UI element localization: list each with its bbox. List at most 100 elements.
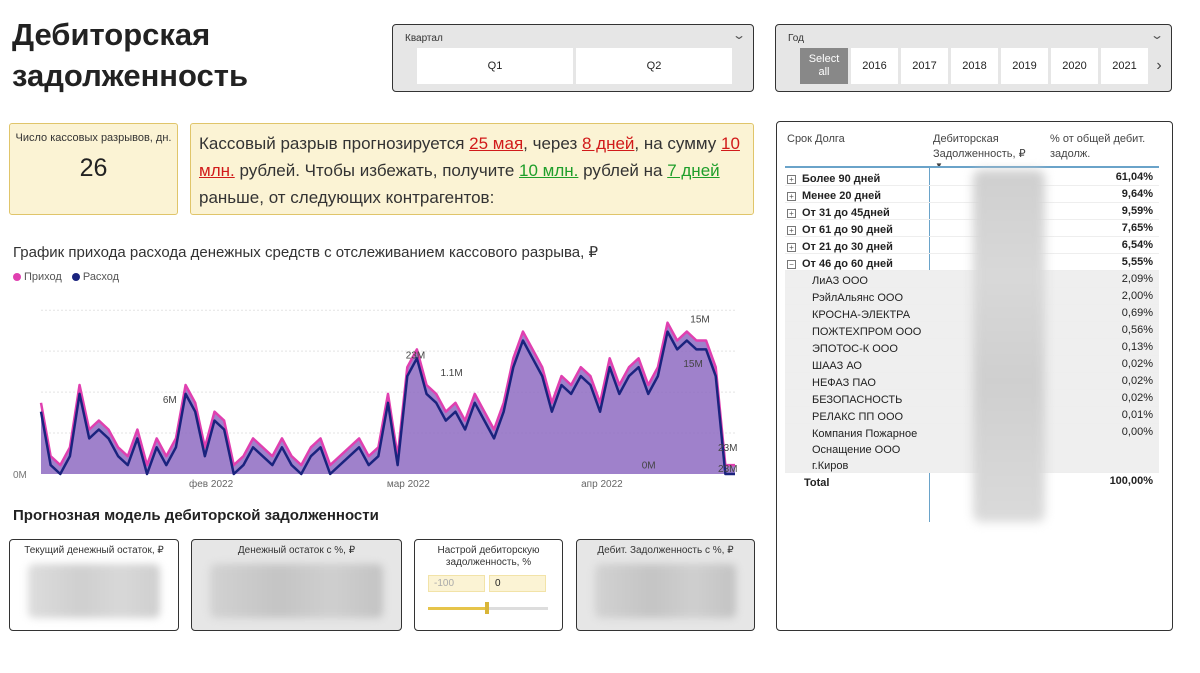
table-cell-share: 0,56% [1121, 324, 1153, 336]
table-group-row[interactable]: + От 21 до 30 дней 6,54% [785, 237, 1159, 254]
chart-x-tick-label: фев 2022 [189, 478, 234, 490]
table-cell-term-text: НЕФАЗ ПАО [812, 377, 876, 389]
msg-days: 8 дней [581, 134, 635, 153]
table-cell-term-text: ПОЖТЕХПРОМ ООО [812, 326, 922, 338]
page-title-line2: задолженность [12, 58, 249, 93]
collapse-icon[interactable]: − [787, 260, 796, 269]
table-cell-term-text: Более 90 дней [802, 173, 881, 185]
table-cell-share: 0,02% [1121, 375, 1153, 387]
year-option-2019[interactable]: 2019 [1001, 48, 1048, 84]
adjust-label-line1: Настрой дебиторскую [437, 545, 540, 556]
page-title: Дебиторская задолженность [12, 14, 342, 96]
table-header-receivables[interactable]: Дебиторская Задолженность, ₽ ▼ [933, 132, 1026, 170]
table-row: ПОЖТЕХПРОМ ООО 0,56% [785, 322, 1159, 339]
receivables-pct-card: Дебит. Задолженность с %, ₽ [576, 539, 755, 631]
chart-data-label: 6M [163, 395, 177, 406]
legend-expense-label: Расход [82, 271, 120, 283]
table-header-share[interactable]: % от общей дебит. задолж. [1050, 132, 1145, 162]
expand-icon[interactable]: + [787, 175, 796, 184]
receivables-table: Срок Долга Дебиторская Задолженность, ₽ … [776, 121, 1173, 631]
adjust-value-input[interactable]: 0 [489, 575, 546, 592]
table-cell-share: 2,09% [1121, 273, 1153, 285]
chevron-down-icon[interactable]: ⌄ [1150, 28, 1164, 42]
cash-gap-days-card: Число кассовых разрывов, дн. 26 [9, 123, 178, 215]
adjust-slider[interactable] [428, 602, 548, 614]
table-total-row: Total 100,00% [785, 473, 1159, 491]
year-select-all-button[interactable]: Select all [800, 48, 848, 84]
table-header-share-line1: % от общей дебит. [1050, 133, 1146, 145]
table-row: ШААЗ АО 0,02% [785, 356, 1159, 373]
table-row: Компания Пожарное Оснащение ООО г.Киров 0… [785, 424, 1159, 473]
table-cell-term: РЕЛАКС ПП ООО [785, 409, 929, 425]
table-cell-term-text: От 21 до 30 дней [802, 241, 893, 253]
table-cell-term: + От 31 до 45дней [785, 205, 929, 221]
expand-icon[interactable]: + [787, 226, 796, 235]
table-cell-share: 0,13% [1121, 341, 1153, 353]
chart-y-tick-label: 0M [13, 470, 27, 481]
year-option-2020[interactable]: 2020 [1051, 48, 1098, 84]
table-header-term[interactable]: Срок Долга [787, 132, 845, 147]
table-cell-term-text: Total [804, 477, 830, 489]
table-cell-share: 0,69% [1121, 307, 1153, 319]
table-group-row[interactable]: + Более 90 дней 61,04% [785, 169, 1159, 186]
table-cell-term-text: От 46 до 60 дней [802, 258, 893, 270]
chart-data-label: 15M [690, 315, 709, 326]
legend-expense-dot [71, 273, 80, 281]
receivables-column-redacted [973, 170, 1045, 522]
expand-icon[interactable]: + [787, 209, 796, 218]
table-cell-share: 100,00% [1109, 475, 1153, 487]
table-cell-term: НЕФАЗ ПАО [785, 375, 929, 391]
adjust-receivables-label: Настрой дебиторскую задолженность, % [415, 545, 562, 569]
adjust-slider-handle[interactable] [485, 602, 489, 614]
chevron-down-icon[interactable]: ⌄ [732, 28, 746, 42]
year-option-2016[interactable]: 2016 [851, 48, 898, 84]
chart-data-label: 23M [406, 350, 425, 361]
chart-data-label: 0M [642, 461, 656, 472]
table-cell-term: + От 61 до 90 дней [785, 222, 929, 238]
expand-icon[interactable]: + [787, 243, 796, 252]
year-slicer: Год ⌄ Select all 2016 2017 2018 2019 202… [775, 24, 1172, 92]
chart-data-label: 23M [718, 464, 737, 475]
table-cell-term-text: РэйлАльянс ООО [812, 292, 904, 304]
current-balance-label: Текущий денежный остаток, ₽ [24, 545, 164, 556]
table-header-receivables-line1: Дебиторская [933, 133, 999, 145]
table-cell-term: − От 46 до 60 дней [785, 256, 929, 272]
table-cell-share: 0,02% [1121, 358, 1153, 370]
year-option-2018[interactable]: 2018 [951, 48, 998, 84]
table-cell-term-text: Компания Пожарное Оснащение ООО г.Киров [812, 428, 918, 472]
table-cell-share: 6,54% [1121, 239, 1153, 251]
receivables-pct-value-redacted [595, 564, 736, 618]
expand-icon[interactable]: + [787, 192, 796, 201]
table-row: РэйлАльянс ООО 2,00% [785, 288, 1159, 305]
quarter-option-q1[interactable]: Q1 [417, 48, 573, 84]
msg-text-1: Кассовый разрыв прогнозируется [199, 134, 470, 153]
table-group-row[interactable]: + От 31 до 45дней 9,59% [785, 203, 1159, 220]
quarter-slicer-header: Квартал [405, 33, 443, 44]
cash-flow-chart[interactable]: 0M фев 2022 мар 2022 апр 2022 6M 1.1M 15M 15M 23… [13, 288, 743, 493]
table-header-divider [785, 166, 1159, 168]
table-body: + Более 90 дней 61,04% + Менее 20 дней 9,64% +… [785, 169, 1159, 491]
year-option-2017[interactable]: 2017 [901, 48, 948, 84]
adjust-min-input[interactable]: -100 [428, 575, 485, 592]
table-cell-term-text: От 31 до 45дней [802, 207, 890, 219]
table-cell-term-text: От 61 до 90 дней [802, 224, 893, 236]
table-group-row[interactable]: + Менее 20 дней 9,64% [785, 186, 1159, 203]
chevron-right-icon[interactable]: › [1149, 48, 1169, 84]
msg-date: 25 мая [469, 134, 524, 153]
table-group-row[interactable]: − От 46 до 60 дней 5,55% [785, 254, 1159, 271]
legend-item-income[interactable]: Приход [13, 271, 62, 283]
legend-item-expense[interactable]: Расход [71, 271, 120, 283]
chart-legend: Приход Расход [13, 271, 119, 283]
year-option-2021[interactable]: 2021 [1101, 48, 1148, 84]
table-cell-share: 0,00% [1121, 426, 1153, 438]
quarter-option-q2[interactable]: Q2 [576, 48, 732, 84]
balance-pct-label: Денежный остаток с %, ₽ [237, 545, 356, 556]
select-all-line1: Select [808, 53, 840, 65]
table-cell-term: + Менее 20 дней [785, 188, 929, 204]
adjust-label-line2: задолженность, % [445, 557, 532, 568]
table-group-row[interactable]: + От 61 до 90 дней 7,65% [785, 220, 1159, 237]
table-header-share-line2: задолж. [1050, 148, 1091, 160]
current-balance-card: Текущий денежный остаток, ₽ [9, 539, 179, 631]
chart-x-tick-label: мар 2022 [387, 479, 430, 490]
balance-pct-value-redacted [210, 564, 383, 618]
